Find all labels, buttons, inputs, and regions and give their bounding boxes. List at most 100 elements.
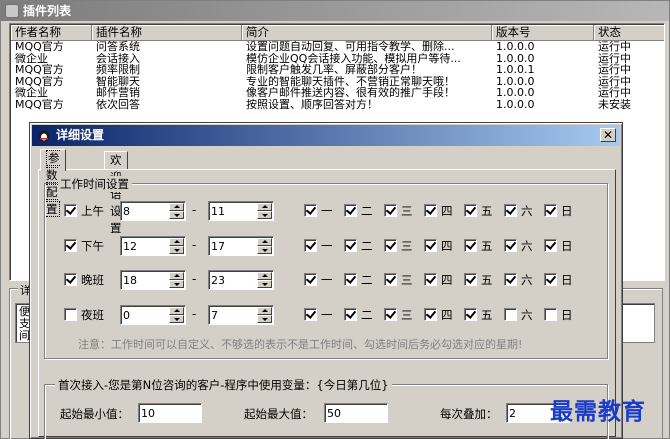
shift-start-spinner[interactable] bbox=[120, 236, 186, 256]
cell-description: 专业的智能聊天插件、不营销正常聊天哦！ bbox=[246, 75, 455, 88]
shift-end-arrows[interactable] bbox=[257, 272, 272, 288]
shift-end-input[interactable] bbox=[211, 239, 255, 253]
weekday-label: 四 bbox=[441, 273, 453, 287]
shift-end-arrows[interactable] bbox=[257, 307, 272, 323]
shift-enable-checkbox[interactable] bbox=[64, 239, 77, 252]
weekday-checkbox[interactable] bbox=[344, 273, 357, 286]
shift-end-arrows[interactable] bbox=[257, 203, 272, 219]
weekday-checkbox[interactable] bbox=[384, 239, 397, 252]
column-header-status[interactable]: 状态 bbox=[594, 25, 664, 41]
column-header-author[interactable]: 作者名称 bbox=[11, 25, 92, 41]
shift-start-arrows[interactable] bbox=[169, 307, 184, 323]
min-value-spinner[interactable] bbox=[138, 403, 202, 423]
spin-up-icon[interactable] bbox=[257, 272, 272, 280]
cell-description: 模仿企业QQ会话接入功能、模拟用户等待... bbox=[246, 52, 461, 65]
shift-start-input[interactable] bbox=[123, 204, 167, 218]
weekday-checkbox[interactable] bbox=[384, 308, 397, 321]
spin-down-icon[interactable] bbox=[257, 211, 272, 219]
weekday-checkbox[interactable] bbox=[424, 204, 437, 217]
min-value-input[interactable] bbox=[141, 406, 181, 420]
weekday-checkbox[interactable] bbox=[384, 204, 397, 217]
shift-start-spinner[interactable] bbox=[120, 305, 186, 325]
weekday-checkbox[interactable] bbox=[344, 204, 357, 217]
shift-start-arrows[interactable] bbox=[169, 203, 184, 219]
weekday-checkbox[interactable] bbox=[304, 204, 317, 217]
weekday-checkbox[interactable] bbox=[464, 204, 477, 217]
spin-up-icon[interactable] bbox=[257, 203, 272, 211]
shift-enable-checkbox[interactable] bbox=[64, 308, 77, 321]
tab-parameter-config[interactable]: 参数配置 bbox=[40, 149, 66, 217]
table-row[interactable]: MQQ官方 智能聊天 专业的智能聊天插件、不营销正常聊天哦！ 1.0.0.0 运行中 bbox=[11, 75, 664, 88]
column-header-name[interactable]: 插件名称 bbox=[92, 25, 242, 41]
weekday-checkbox[interactable] bbox=[424, 308, 437, 321]
shift-end-spinner[interactable] bbox=[208, 270, 274, 290]
weekday-checkbox[interactable] bbox=[544, 239, 557, 252]
close-button[interactable]: ✕ bbox=[600, 128, 616, 142]
spin-up-icon[interactable] bbox=[169, 238, 184, 246]
weekday-checkbox[interactable] bbox=[304, 239, 317, 252]
plugin-list-title: 插件列表 bbox=[23, 4, 72, 18]
shift-start-input[interactable] bbox=[123, 308, 167, 322]
weekday-checkbox[interactable] bbox=[424, 273, 437, 286]
weekday-checkbox[interactable] bbox=[424, 239, 437, 252]
column-header-version[interactable]: 版本号 bbox=[492, 25, 594, 41]
weekday-checkbox[interactable] bbox=[464, 273, 477, 286]
weekday-checkbox[interactable] bbox=[384, 273, 397, 286]
shift-enable-checkbox[interactable] bbox=[64, 273, 77, 286]
weekday-label: 三 bbox=[401, 204, 413, 218]
step-value-input[interactable] bbox=[509, 406, 549, 420]
spin-down-icon[interactable] bbox=[257, 246, 272, 254]
spin-down-icon[interactable] bbox=[169, 315, 184, 323]
cell-version: 1.0.0.0 bbox=[496, 52, 535, 65]
table-row[interactable]: MQQ官方 问答系统 设置问题自动回复、可用指令教学、删除... 1.0.0.0 运行中 bbox=[11, 41, 664, 53]
spin-up-icon[interactable] bbox=[169, 307, 184, 315]
weekday-checkbox[interactable] bbox=[504, 204, 517, 217]
spin-down-icon[interactable] bbox=[257, 280, 272, 288]
cell-status: 运行中 bbox=[598, 75, 631, 88]
shift-end-arrows[interactable] bbox=[257, 238, 272, 254]
tab-welcome-message[interactable]: 欢迎语设置 bbox=[104, 151, 128, 235]
weekday-checkbox[interactable] bbox=[544, 204, 557, 217]
weekday-checkbox[interactable] bbox=[544, 273, 557, 286]
weekday-checkbox[interactable] bbox=[464, 308, 477, 321]
shift-start-arrows[interactable] bbox=[169, 272, 184, 288]
shift-start-spinner[interactable] bbox=[120, 201, 186, 221]
shift-start-input[interactable] bbox=[123, 239, 167, 253]
shift-end-spinner[interactable] bbox=[208, 236, 274, 256]
column-header-description[interactable]: 简介 bbox=[242, 25, 492, 41]
spin-up-icon[interactable] bbox=[169, 203, 184, 211]
weekday-checkbox[interactable] bbox=[504, 273, 517, 286]
spin-up-icon[interactable] bbox=[169, 272, 184, 280]
weekday-checkbox[interactable] bbox=[304, 273, 317, 286]
table-row[interactable]: MQQ官方 频率限制 限制客户触发几率、屏蔽部分客户！ 1.0.0.1 运行中 bbox=[11, 64, 664, 76]
weekday-checkbox[interactable] bbox=[344, 239, 357, 252]
max-value-spinner[interactable] bbox=[324, 403, 388, 423]
shift-start-spinner[interactable] bbox=[120, 270, 186, 290]
shift-start-arrows[interactable] bbox=[169, 238, 184, 254]
spin-down-icon[interactable] bbox=[257, 315, 272, 323]
weekday-checkbox[interactable] bbox=[304, 308, 317, 321]
weekday-label: 五 bbox=[481, 273, 493, 287]
shift-end-input[interactable] bbox=[211, 308, 255, 322]
table-row[interactable]: 微企业 邮件营销 像客户邮件推送内容、很有效的推广手段！ 1.0.0.0 运行中 bbox=[11, 87, 664, 99]
spin-down-icon[interactable] bbox=[169, 211, 184, 219]
weekday-checkbox[interactable] bbox=[544, 308, 557, 321]
shift-end-input[interactable] bbox=[211, 273, 255, 287]
table-row[interactable]: 微企业 会话接入 模仿企业QQ会话接入功能、模拟用户等待... 1.0.0.0 运行中 bbox=[11, 52, 664, 65]
shift-start-input[interactable] bbox=[123, 273, 167, 287]
weekday-checkbox[interactable] bbox=[504, 308, 517, 321]
shift-end-input[interactable] bbox=[211, 204, 255, 218]
weekday-checkbox[interactable] bbox=[504, 239, 517, 252]
shift-end-spinner[interactable] bbox=[208, 201, 274, 221]
shift-enable-checkbox[interactable] bbox=[64, 204, 77, 217]
spin-down-icon[interactable] bbox=[169, 280, 184, 288]
max-value-input[interactable] bbox=[327, 406, 367, 420]
spin-up-icon[interactable] bbox=[257, 307, 272, 315]
spin-down-icon[interactable] bbox=[169, 246, 184, 254]
weekday-checkbox[interactable] bbox=[464, 239, 477, 252]
weekday-label: 二 bbox=[361, 273, 373, 287]
table-row[interactable]: MQQ官方 依次回答 按照设置、顺序回答对方！ 1.0.0.0 未安装 bbox=[11, 99, 664, 111]
shift-end-spinner[interactable] bbox=[208, 305, 274, 325]
weekday-checkbox[interactable] bbox=[344, 308, 357, 321]
spin-up-icon[interactable] bbox=[257, 238, 272, 246]
